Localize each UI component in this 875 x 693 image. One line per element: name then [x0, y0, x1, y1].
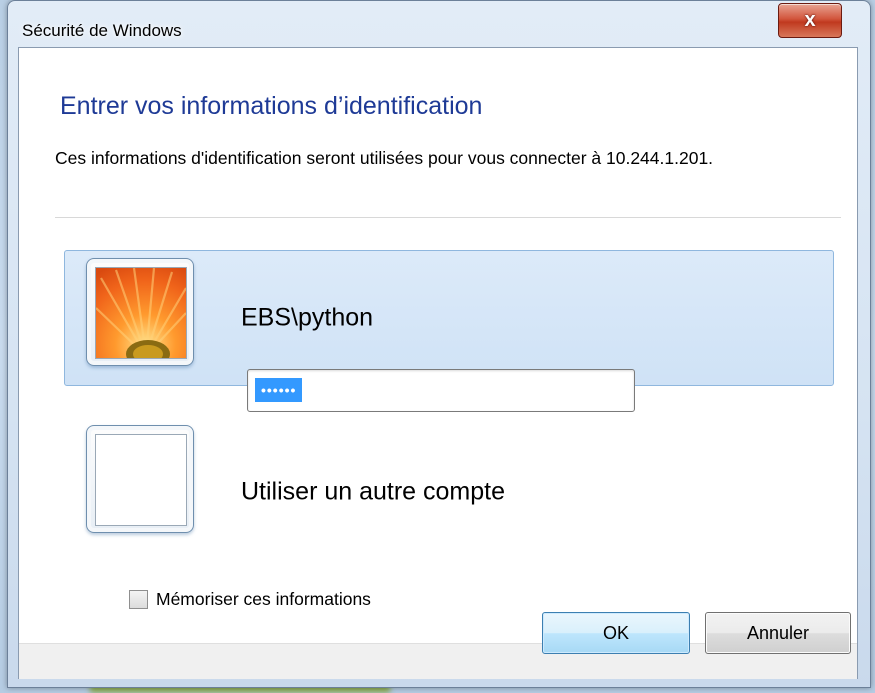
remember-checkbox[interactable]	[129, 590, 148, 609]
flower-avatar-image	[95, 267, 187, 359]
password-value-selected: ••••••	[255, 378, 303, 402]
dialog-description: Ces informations d'identification seront…	[55, 148, 714, 168]
separator	[55, 217, 841, 218]
credential-dialog: Sécurité de Windows x Entrer vos informa…	[7, 0, 871, 688]
other-account-label[interactable]: Utiliser un autre compte	[241, 478, 505, 507]
ok-button[interactable]: OK	[542, 612, 690, 654]
close-button[interactable]: x	[778, 3, 842, 38]
password-input[interactable]: ••••••	[247, 369, 635, 412]
cancel-button[interactable]: Annuler	[705, 612, 851, 654]
flower-image	[96, 268, 186, 358]
account-username: EBS\python	[241, 303, 374, 332]
dialog-heading: Entrer vos informations d’identification	[60, 92, 483, 120]
close-icon: x	[804, 9, 816, 31]
window-title: Sécurité de Windows	[22, 21, 182, 40]
title-bar[interactable]: Sécurité de Windows x	[8, 1, 870, 40]
blank-avatar-image	[95, 434, 187, 526]
dialog-body: Entrer vos informations d’identification…	[18, 47, 858, 679]
flower-avatar-icon	[86, 258, 194, 366]
remember-label[interactable]: Mémoriser ces informations	[156, 589, 371, 610]
blank-avatar-icon[interactable]	[86, 425, 194, 533]
remember-credentials[interactable]: Mémoriser ces informations	[129, 589, 371, 610]
